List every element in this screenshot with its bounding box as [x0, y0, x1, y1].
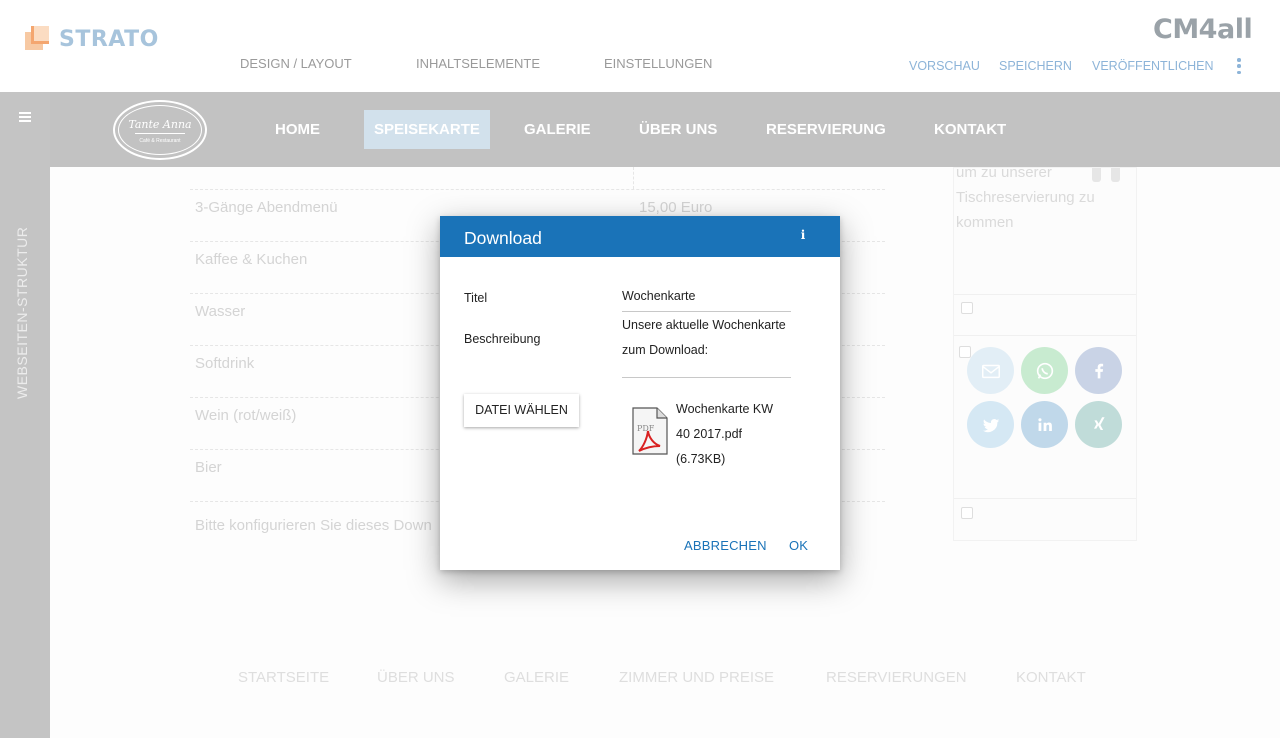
save-button[interactable]: SPEICHERN — [999, 59, 1072, 73]
dialog-title: Download — [464, 228, 542, 248]
menu-item-name: Wein (rot/weiß) — [195, 407, 297, 424]
dialog-header: Download i — [440, 216, 840, 257]
hamburger-menu-icon[interactable] — [19, 112, 31, 122]
tab-design-layout[interactable]: DESIGN / LAYOUT — [240, 56, 352, 71]
strato-logo-text: STRATO — [59, 26, 159, 52]
linkedin-icon[interactable] — [1021, 401, 1068, 448]
strato-logo[interactable]: STRATO — [25, 26, 159, 52]
site-nav-ueber-uns[interactable]: ÜBER UNS — [639, 110, 717, 149]
whatsapp-icon[interactable] — [1021, 347, 1068, 394]
email-icon[interactable] — [967, 347, 1014, 394]
file-name: Wochenkarte KW 40 2017.pdf — [676, 402, 774, 441]
title-label: Titel — [464, 291, 488, 305]
choose-file-button[interactable]: DATEI WÄHLEN — [464, 394, 579, 427]
footer-link-kontakt[interactable]: KONTAKT — [1016, 669, 1086, 686]
facebook-icon[interactable] — [1075, 347, 1122, 394]
site-logo[interactable]: Tante Anna Café & Restaurant — [113, 100, 207, 160]
site-navigation: Tante Anna Café & Restaurant HOME SPEISE… — [50, 92, 1280, 167]
site-nav-speisekarte[interactable]: SPEISEKARTE — [364, 110, 490, 149]
checkbox[interactable] — [961, 507, 973, 519]
tab-inhaltselemente[interactable]: INHALTSELEMENTE — [416, 56, 540, 71]
footer-link-startseite[interactable]: STARTSEITE — [238, 669, 329, 686]
checkbox[interactable] — [959, 346, 971, 358]
footer-link-reservierungen[interactable]: RESERVIERUNGEN — [826, 669, 967, 686]
site-nav-home[interactable]: HOME — [275, 110, 320, 149]
editor-topbar: STRATO CM4all DESIGN / LAYOUT INHALTSELE… — [0, 0, 1280, 92]
checkbox[interactable] — [961, 302, 973, 314]
pdf-file-icon: PDF — [632, 407, 668, 455]
right-side-panel: um zu unserer Tischreservierung zu komme… — [953, 164, 1137, 541]
selected-file-info: Wochenkarte KW 40 2017.pdf (6.73KB) — [676, 397, 786, 472]
description-label: Beschreibung — [464, 332, 541, 346]
menu-item-price: 15,00 Euro — [639, 199, 713, 216]
strato-logo-mark — [25, 26, 53, 52]
site-logo-subtitle: Café & Restaurant — [139, 138, 181, 144]
site-nav-galerie[interactable]: GALERIE — [524, 110, 591, 149]
cm4all-logo: CM4all — [1153, 14, 1253, 45]
menu-item-name: 3-Gänge Abendmenü — [195, 199, 338, 216]
footer-link-ueber-uns[interactable]: ÜBER UNS — [377, 669, 455, 686]
svg-text:PDF: PDF — [637, 424, 655, 433]
site-nav-kontakt[interactable]: KONTAKT — [934, 110, 1006, 149]
menu-item-name: Softdrink — [195, 355, 255, 372]
download-dialog: Download i Titel Wochenkarte Beschreibun… — [440, 216, 840, 570]
description-field[interactable]: Unsere aktuelle Wochenkarte zum Download… — [622, 313, 791, 378]
info-icon[interactable]: i — [796, 228, 810, 244]
xing-icon[interactable] — [1075, 401, 1122, 448]
publish-button[interactable]: VERÖFFENTLICHEN — [1092, 59, 1214, 73]
site-nav-reservierung[interactable]: RESERVIERUNG — [766, 110, 886, 149]
quote-icon — [1092, 168, 1120, 182]
ok-button[interactable]: OK — [789, 538, 808, 553]
twitter-icon[interactable] — [967, 401, 1014, 448]
site-logo-name: Tante Anna — [128, 118, 192, 131]
download-config-note: Bitte konfigurieren Sie dieses Down — [195, 517, 432, 534]
file-size: (6.73KB) — [676, 452, 726, 466]
tab-einstellungen[interactable]: EINSTELLUNGEN — [604, 56, 712, 71]
menu-item-name: Kaffee & Kuchen — [195, 251, 308, 268]
website-structure-sidebar: WEBSEITEN-STRUKTUR — [0, 92, 50, 738]
menu-item-name: Wasser — [195, 303, 246, 320]
more-options-icon[interactable] — [1236, 58, 1242, 74]
footer-link-zimmer-und-preise[interactable]: ZIMMER UND PREISE — [619, 669, 774, 686]
cancel-button[interactable]: ABBRECHEN — [684, 538, 767, 553]
preview-button[interactable]: VORSCHAU — [909, 59, 980, 73]
footer-link-galerie[interactable]: GALERIE — [504, 669, 569, 686]
sidebar-label[interactable]: WEBSEITEN-STRUKTUR — [14, 227, 30, 399]
title-field[interactable]: Wochenkarte — [622, 289, 791, 312]
menu-item-name: Bier — [195, 459, 222, 476]
